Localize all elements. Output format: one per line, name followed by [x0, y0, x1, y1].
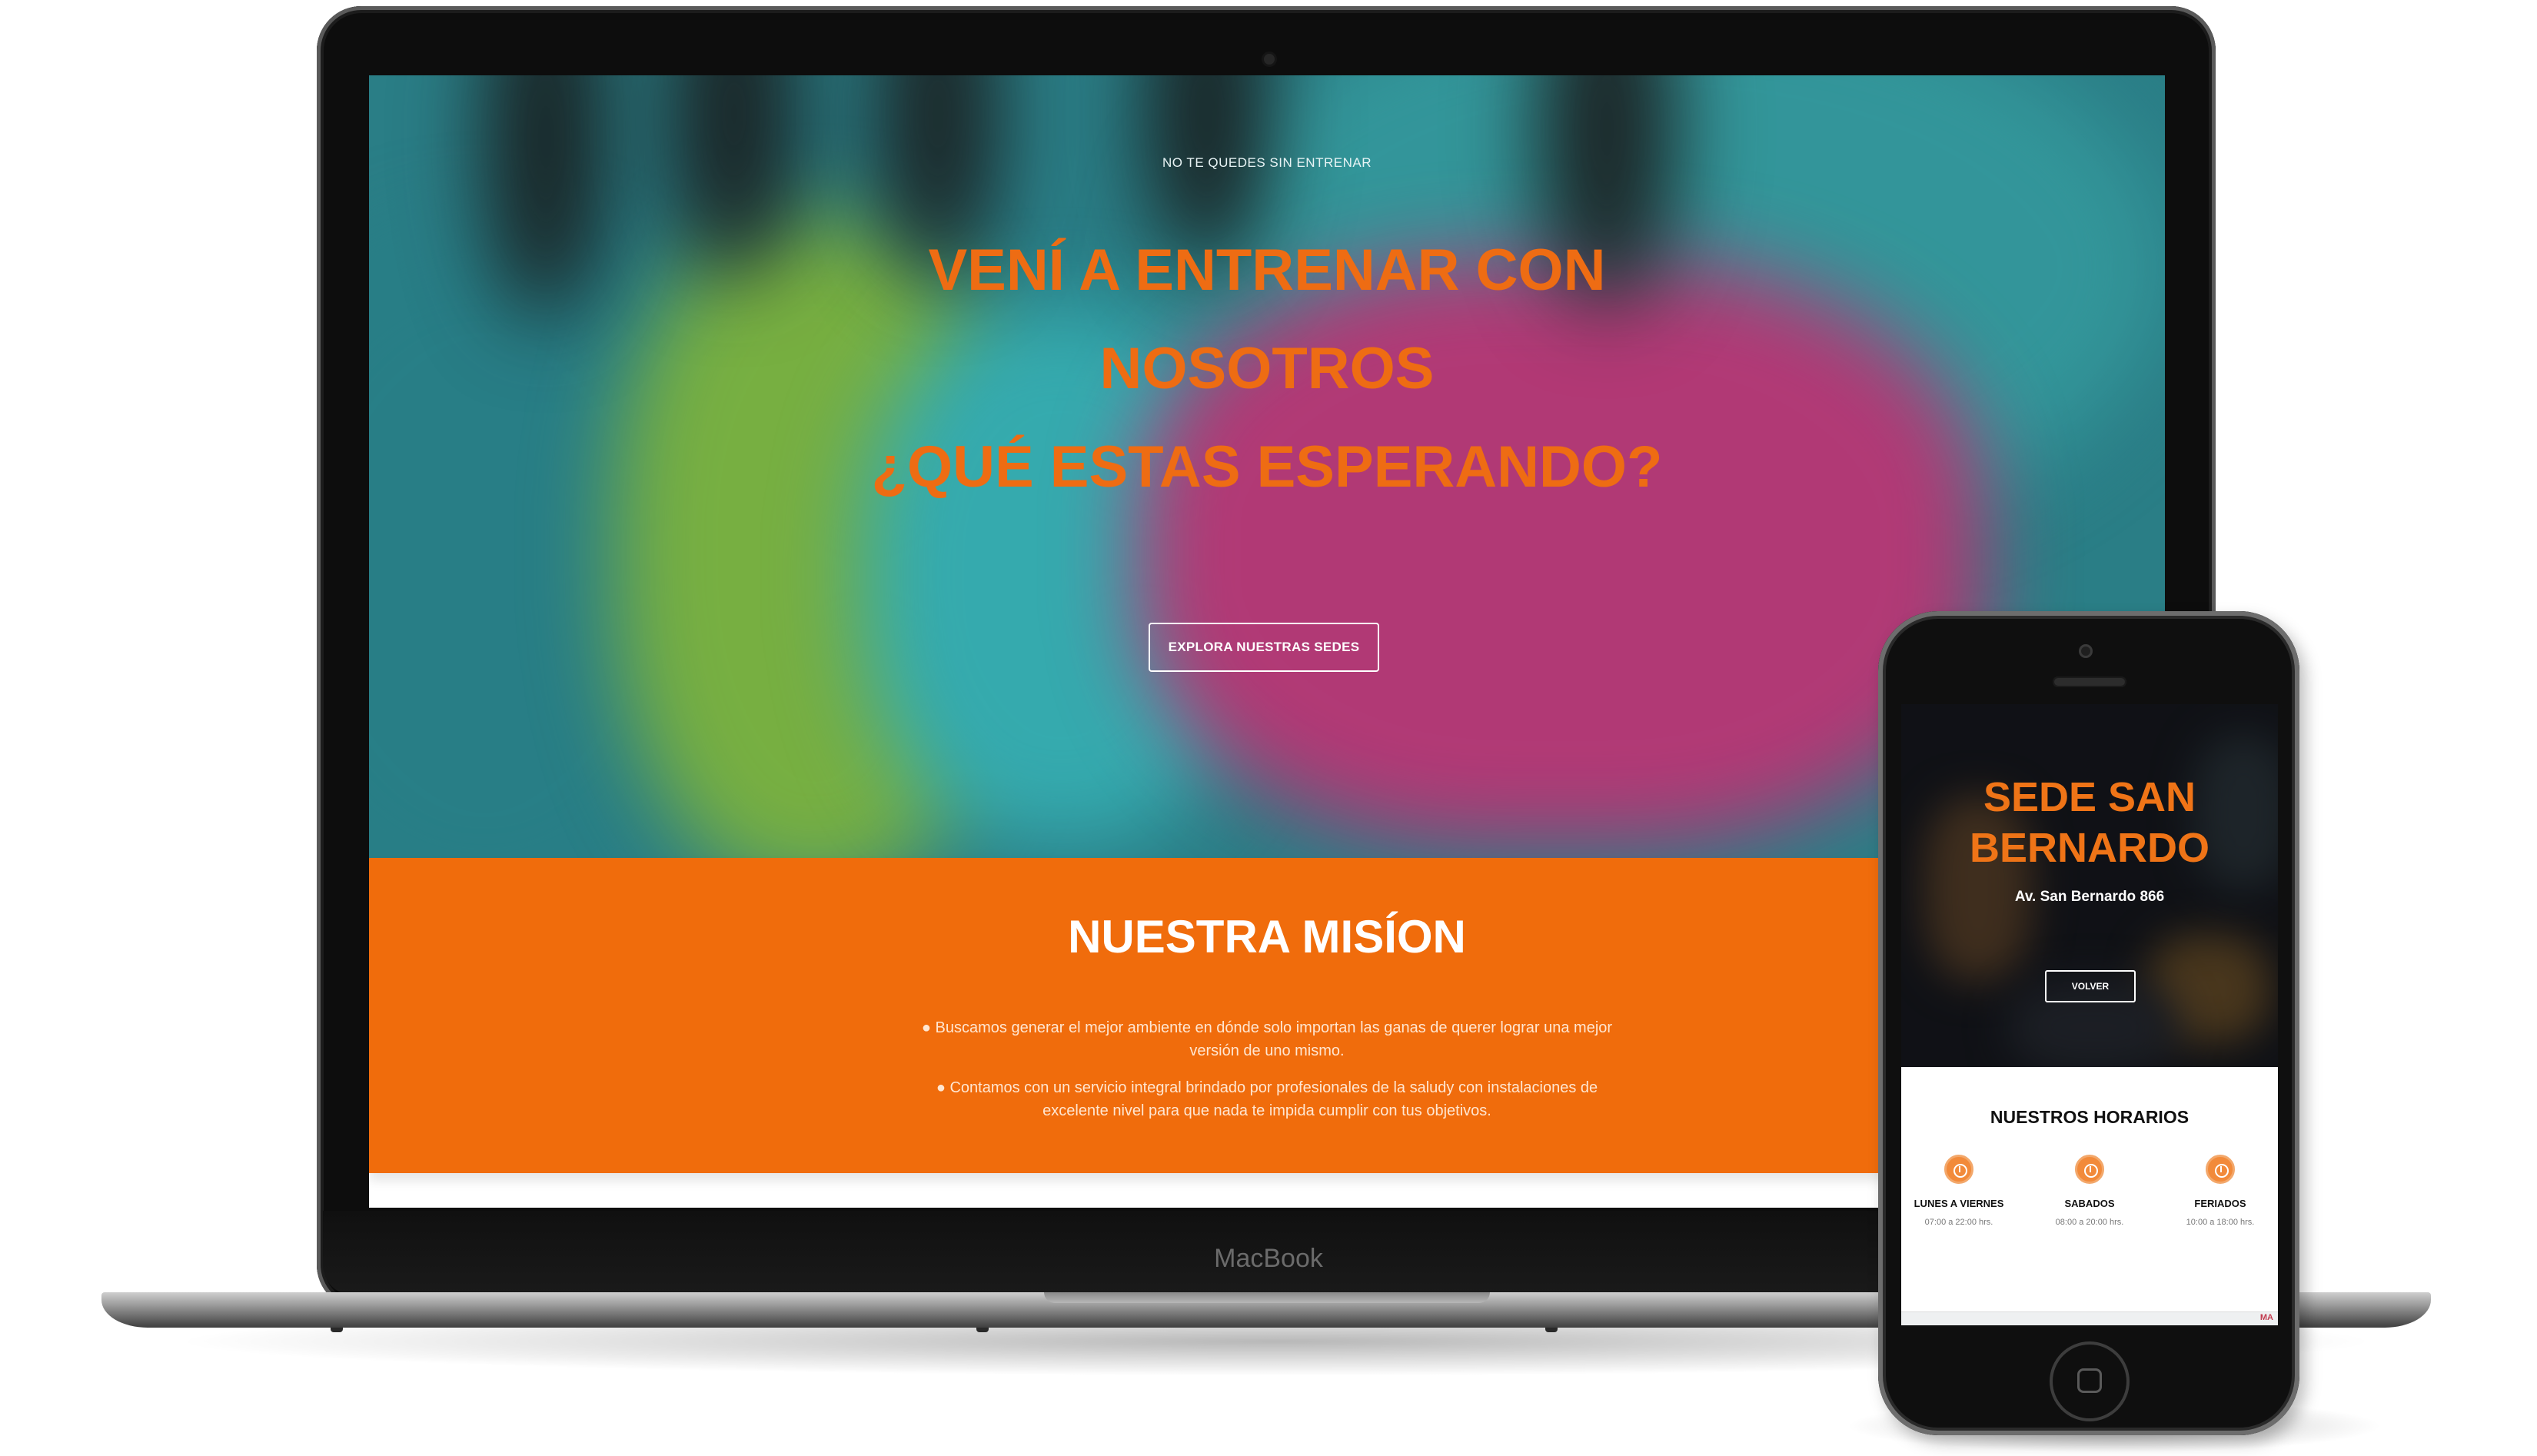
home-square-icon	[2077, 1368, 2102, 1393]
sede-address: Av. San Bernardo 866	[2014, 889, 2165, 905]
clock-icon	[2075, 1155, 2104, 1184]
phone-speaker	[2053, 676, 2126, 687]
horario-hours: 08:00 a 20:00 hrs.	[2055, 1218, 2124, 1227]
phone-screen: SEDE SAN BERNARDO Av. San Bernardo 866 V…	[1901, 704, 2278, 1325]
clock-icon	[1944, 1155, 1973, 1184]
volver-button[interactable]: VOLVER	[2045, 970, 2136, 1002]
horario-column: LUNES A VIERNES 07:00 a 22:00 hrs.	[1901, 1155, 2017, 1228]
clock-icon	[2206, 1155, 2235, 1184]
horarios-title: NUESTROS HORARIOS	[1990, 1107, 2190, 1127]
phone-camera	[2079, 644, 2093, 658]
horario-day: SABADOS	[2064, 1198, 2115, 1209]
sede-title: SEDE SAN BERNARDO	[1969, 774, 2209, 871]
laptop-foot	[1545, 1328, 1558, 1332]
mission-paragraph: ● Contamos con un servicio integral brin…	[936, 1079, 1598, 1119]
hero-title-line: VENÍ A ENTRENAR CON	[928, 238, 1606, 303]
hero-title: VENÍ A ENTRENAR CON NOSOTROS ¿QUÉ ESTAS …	[369, 221, 2165, 517]
horario-day: FERIADOS	[2194, 1198, 2246, 1209]
mission-text: ● Buscamos generar el mejor ambiente en …	[907, 1016, 1627, 1136]
hero-title-line: ¿QUÉ ESTAS ESPERANDO?	[871, 434, 1663, 500]
map-label: MA	[2259, 1313, 2273, 1322]
laptop-foot	[976, 1328, 989, 1332]
horario-hours: 10:00 a 18:00 hrs.	[2186, 1218, 2255, 1227]
laptop-base-notch	[1044, 1292, 1490, 1303]
map-strip[interactable]: MA	[1901, 1311, 2278, 1325]
sede-hero-overlay	[1901, 704, 2278, 1067]
mission-paragraph: ● Buscamos generar el mejor ambiente en …	[921, 1019, 1613, 1059]
laptop-foot	[331, 1328, 343, 1332]
hero-kicker: NO TE QUEDES SIN ENTRENAR	[1162, 155, 1372, 170]
hero-title-line: NOSOTROS	[1099, 336, 1435, 401]
sede-hero-section: SEDE SAN BERNARDO Av. San Bernardo 866 V…	[1901, 704, 2278, 1067]
horario-column: SABADOS 08:00 a 20:00 hrs.	[2032, 1155, 2147, 1228]
horario-hours: 07:00 a 22:00 hrs.	[1924, 1218, 1993, 1227]
horario-day: LUNES A VIERNES	[1914, 1198, 2004, 1209]
horario-column: FERIADOS 10:00 a 18:00 hrs.	[2163, 1155, 2278, 1228]
laptop-brand-label: MacBook	[1214, 1244, 1323, 1273]
laptop-camera	[1264, 54, 1275, 65]
explore-sedes-button[interactable]: EXPLORA NUESTRAS SEDES	[1149, 623, 1379, 672]
